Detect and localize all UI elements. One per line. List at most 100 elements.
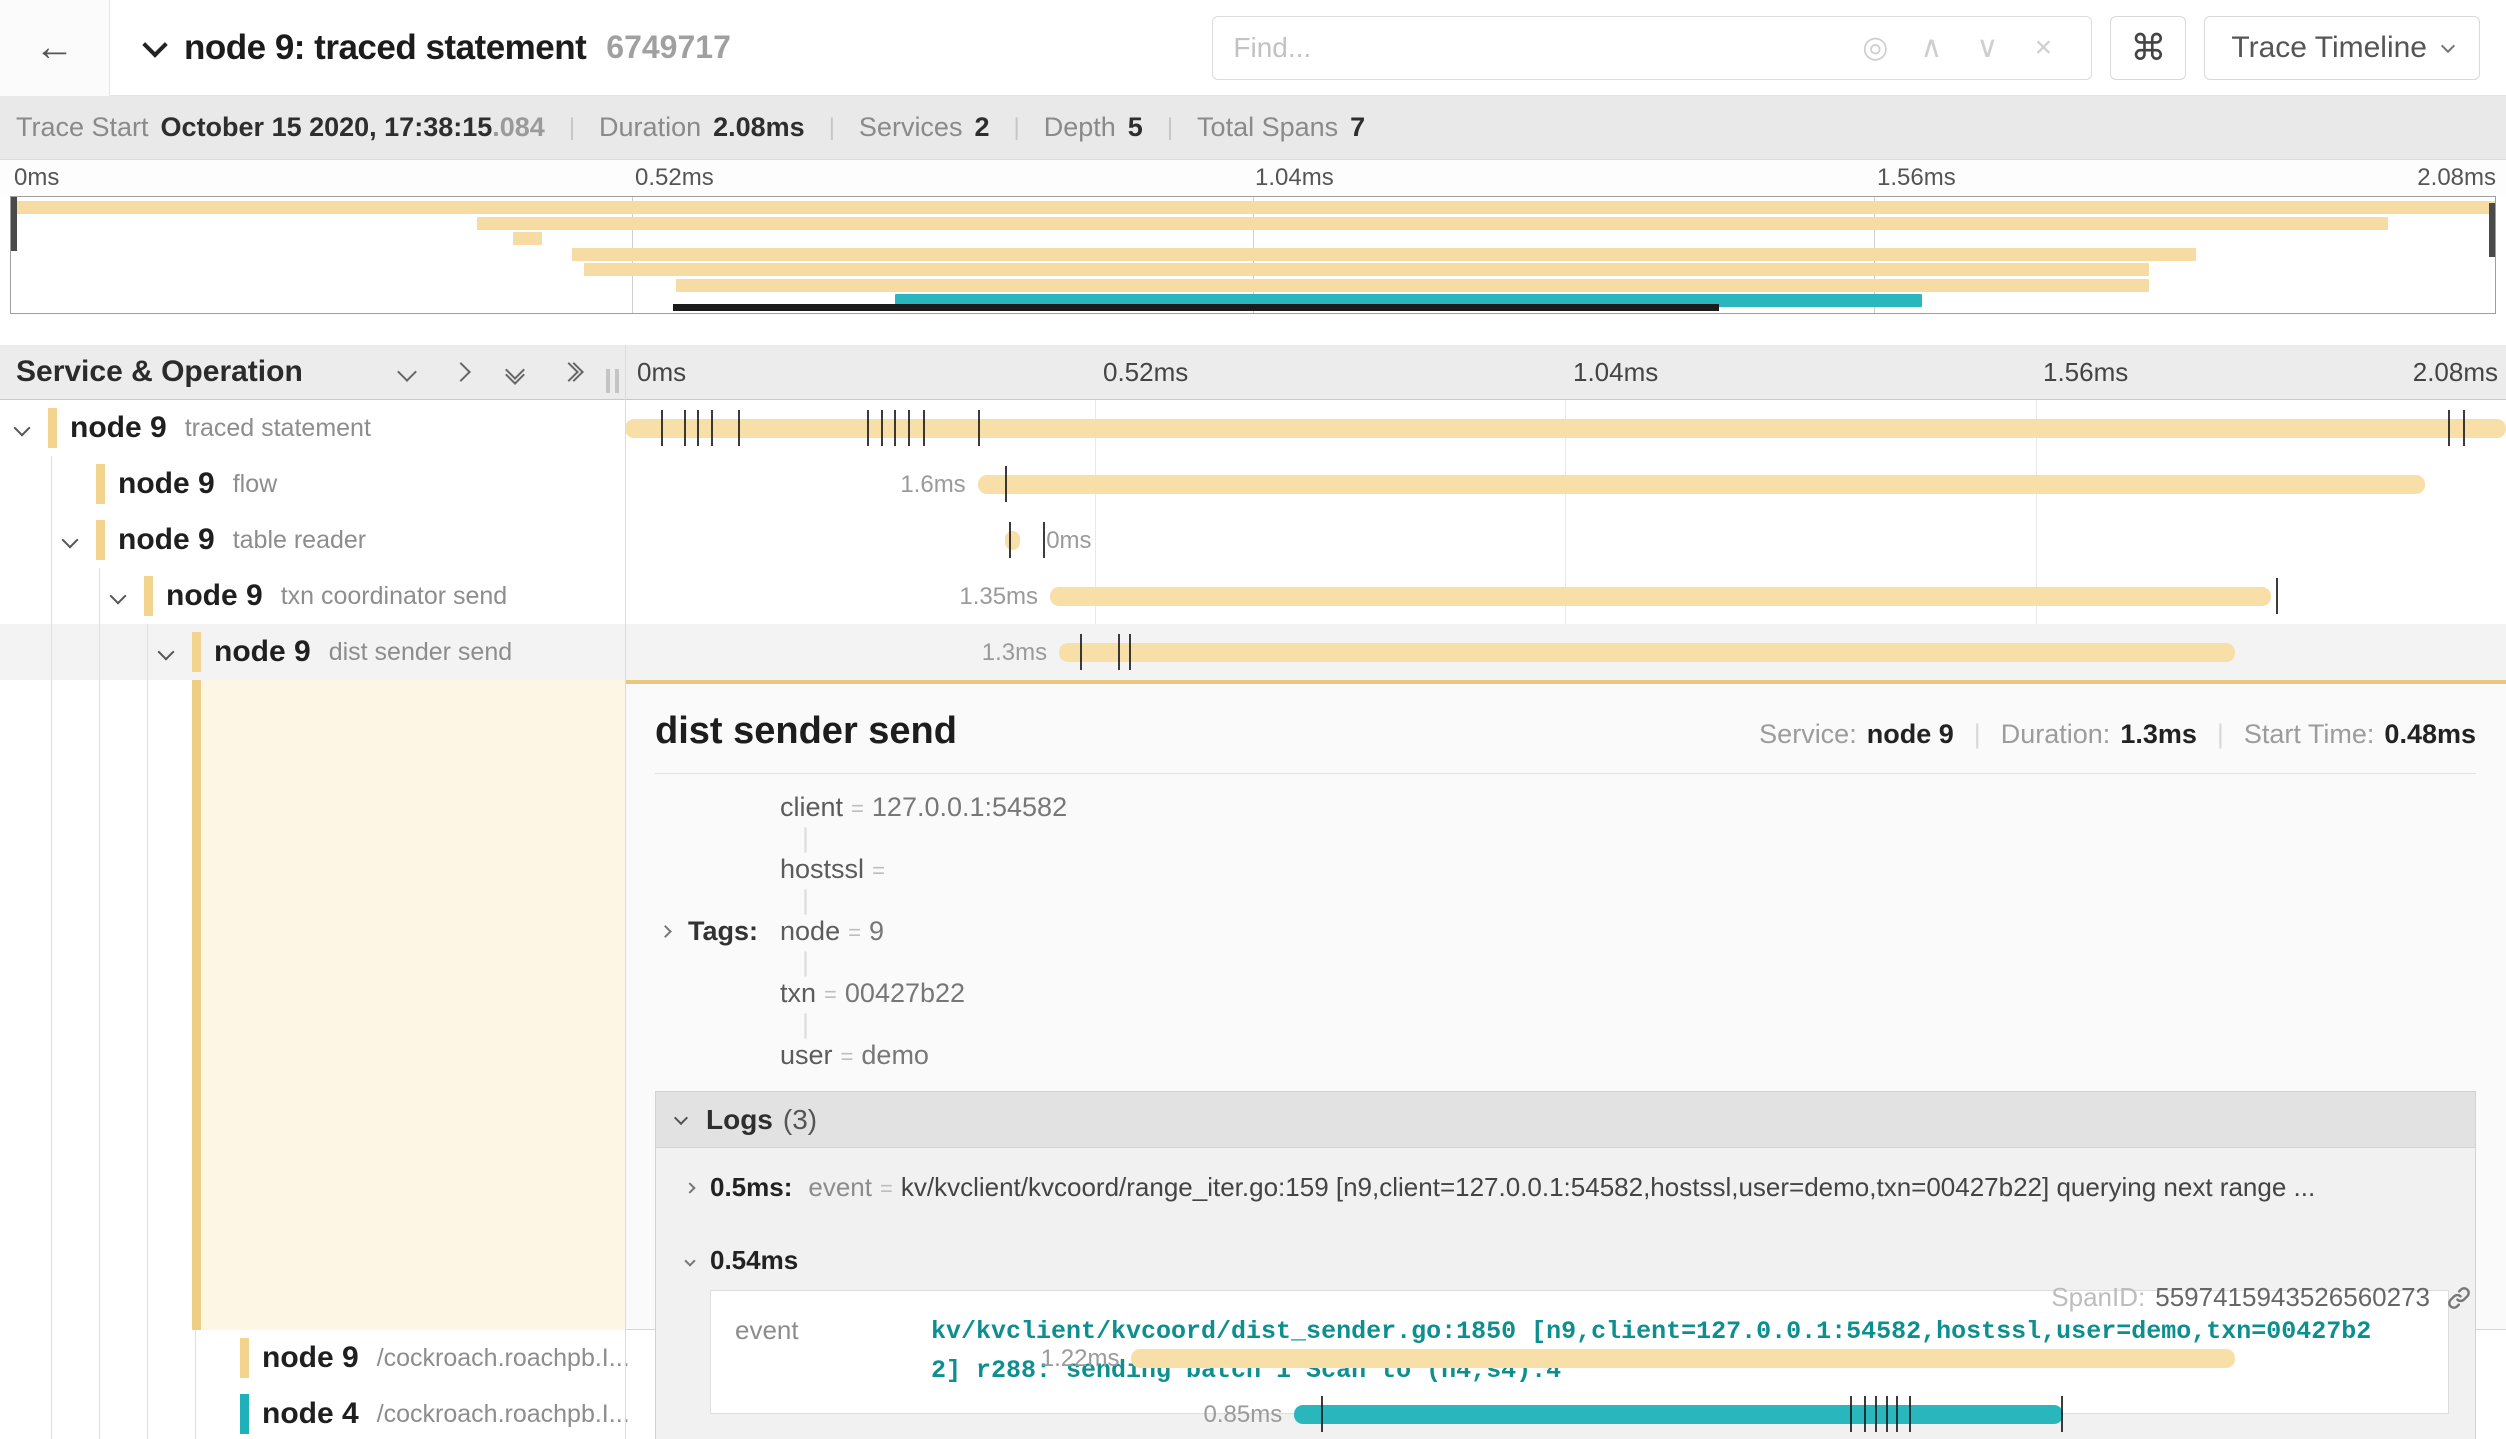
span-row-timeline-cell[interactable]: 1.3ms <box>625 624 2506 680</box>
minimap-right-handle[interactable] <box>2489 203 2495 257</box>
service-color-bar <box>144 576 153 616</box>
tag-key: node <box>780 916 840 947</box>
find-input[interactable] <box>1233 32 1847 64</box>
trace-minimap[interactable] <box>10 196 2496 314</box>
tag-value: 9 <box>869 916 884 947</box>
chevron-down-icon[interactable] <box>112 589 124 607</box>
tag-item: client=127.0.0.1:54582 <box>780 792 1067 823</box>
find-next-icon[interactable]: ∨ <box>1959 30 2015 65</box>
chevron-right-icon <box>659 925 672 938</box>
chevron-down-icon[interactable] <box>64 533 76 551</box>
log-marker <box>881 410 883 446</box>
minimap-span-bar <box>584 263 2148 276</box>
service-color-bar <box>96 464 105 504</box>
trace-view-selector[interactable]: Trace Timeline <box>2204 16 2480 80</box>
span-rows: node 9traced statementnode 9flow1.6msnod… <box>0 400 2506 1439</box>
span-row[interactable]: node 9table reader 0ms <box>0 512 2506 568</box>
log-marker <box>923 410 925 446</box>
selected-span-highlight <box>201 680 625 1330</box>
tags-row[interactable]: Tags: client=127.0.0.1:54582|hostssl=|no… <box>655 792 2476 1071</box>
span-row-timeline-cell[interactable]: 0ms <box>625 512 2506 568</box>
span-bar[interactable] <box>1050 587 2271 606</box>
operation-name: flow <box>233 470 277 499</box>
minimap-span-bar <box>513 232 543 245</box>
minimap-scrollbar[interactable] <box>673 304 1719 311</box>
span-row[interactable]: node 9txn coordinator send1.35ms <box>0 568 2506 624</box>
span-row-timeline-cell[interactable]: 1.22ms <box>625 1330 2506 1386</box>
tree-guide <box>147 1330 148 1386</box>
back-button[interactable]: ← <box>0 0 110 96</box>
keyboard-shortcuts-button[interactable]: ⌘ <box>2110 16 2186 80</box>
column-resize-handle[interactable] <box>606 369 619 393</box>
span-row-timeline-cell[interactable] <box>625 400 2506 456</box>
span-bar[interactable] <box>1131 1349 2234 1368</box>
expand-all-icon[interactable] <box>562 365 581 379</box>
timeline-ticks: 0ms 0.52ms 1.04ms 1.56ms 2.08ms <box>625 345 2506 399</box>
log-entry[interactable]: 0.5ms: event = kv/kvclient/kvcoord/range… <box>678 1148 2453 1225</box>
find-clear-icon[interactable]: × <box>2015 31 2071 65</box>
log-marker <box>684 410 686 446</box>
log-marker <box>1909 1396 1911 1432</box>
tree-guide <box>147 624 148 680</box>
title-chevron-down-icon[interactable] <box>142 32 167 57</box>
collapse-controls <box>400 363 581 382</box>
span-row[interactable]: node 9 traced statement <box>0 400 2506 456</box>
log-marker <box>867 410 869 446</box>
tag-item: hostssl= <box>780 854 1067 885</box>
tags-list: client=127.0.0.1:54582|hostssl=|node=9|t… <box>780 792 1067 1071</box>
log-marker <box>908 410 910 446</box>
span-row[interactable]: node 9flow1.6ms <box>0 456 2506 512</box>
span-duration-label: 1.22ms <box>1041 1345 1120 1373</box>
span-row-tree-cell: node 4/cockroach.roachpb.I... <box>0 1386 625 1439</box>
expand-one-icon[interactable] <box>454 365 468 379</box>
operation-name: traced statement <box>185 414 371 443</box>
header-actions: ◎ ∧ ∨ × ⌘ Trace Timeline <box>1212 16 2480 80</box>
column-divider[interactable] <box>625 345 626 1439</box>
collapse-one-icon[interactable] <box>400 365 414 379</box>
chevron-right-icon <box>684 1182 695 1193</box>
log-marker <box>1864 1396 1866 1432</box>
service-operation-title: Service & Operation <box>16 355 303 389</box>
tag-equals: = <box>872 858 885 884</box>
chevron-down-icon[interactable] <box>160 645 172 663</box>
find-prev-icon[interactable]: ∧ <box>1903 30 1959 65</box>
tag-separator: | <box>802 947 809 977</box>
tree-guide <box>99 1386 100 1439</box>
service-name: node 9 <box>70 411 167 445</box>
span-row-labels: node 9table reader <box>118 512 366 568</box>
logs-count: (3) <box>783 1104 817 1136</box>
log-marker <box>1005 466 1007 502</box>
span-bar[interactable] <box>1059 643 2235 662</box>
span-duration-label: 0.85ms <box>1204 1401 1283 1429</box>
log-marker <box>2448 410 2450 446</box>
trace-start: Trace Start October 15 2020, 17:38:15.08… <box>16 112 545 143</box>
span-row-timeline-cell[interactable]: 1.6ms <box>625 456 2506 512</box>
tree-guide <box>51 568 52 624</box>
span-bar[interactable] <box>978 475 2425 494</box>
service-color-bar <box>240 1394 249 1434</box>
log-marker <box>894 410 896 446</box>
span-row[interactable]: node 9/cockroach.roachpb.I...1.22ms <box>0 1330 2506 1386</box>
span-bar[interactable] <box>1294 1405 2063 1424</box>
tag-key: client <box>780 792 843 823</box>
link-icon[interactable] <box>2446 1285 2472 1311</box>
service-color-bar <box>192 632 201 672</box>
logs-header[interactable]: Logs (3) <box>656 1092 2475 1148</box>
collapse-all-icon[interactable] <box>508 363 522 382</box>
span-row-timeline-cell[interactable]: 1.35ms <box>625 568 2506 624</box>
chevron-down-icon <box>674 1110 688 1124</box>
span-row[interactable]: node 9dist sender send1.3ms <box>0 624 2506 680</box>
locate-icon[interactable]: ◎ <box>1847 30 1903 65</box>
minimap-span-bar <box>477 217 2388 230</box>
span-row[interactable]: node 4/cockroach.roachpb.I... 0.85ms <box>0 1386 2506 1439</box>
log-marker <box>738 410 740 446</box>
tree-guide <box>99 568 100 624</box>
tree-guide <box>195 1386 196 1439</box>
chevron-down-icon[interactable] <box>16 421 28 439</box>
span-row-labels: node 4/cockroach.roachpb.I... <box>262 1386 630 1439</box>
service-name: node 4 <box>262 1397 359 1431</box>
view-selector-label: Trace Timeline <box>2231 31 2427 65</box>
minimap-left-handle[interactable] <box>11 197 17 251</box>
span-bar[interactable] <box>1005 531 1020 550</box>
span-row-timeline-cell[interactable]: 0.85ms <box>625 1386 2506 1439</box>
